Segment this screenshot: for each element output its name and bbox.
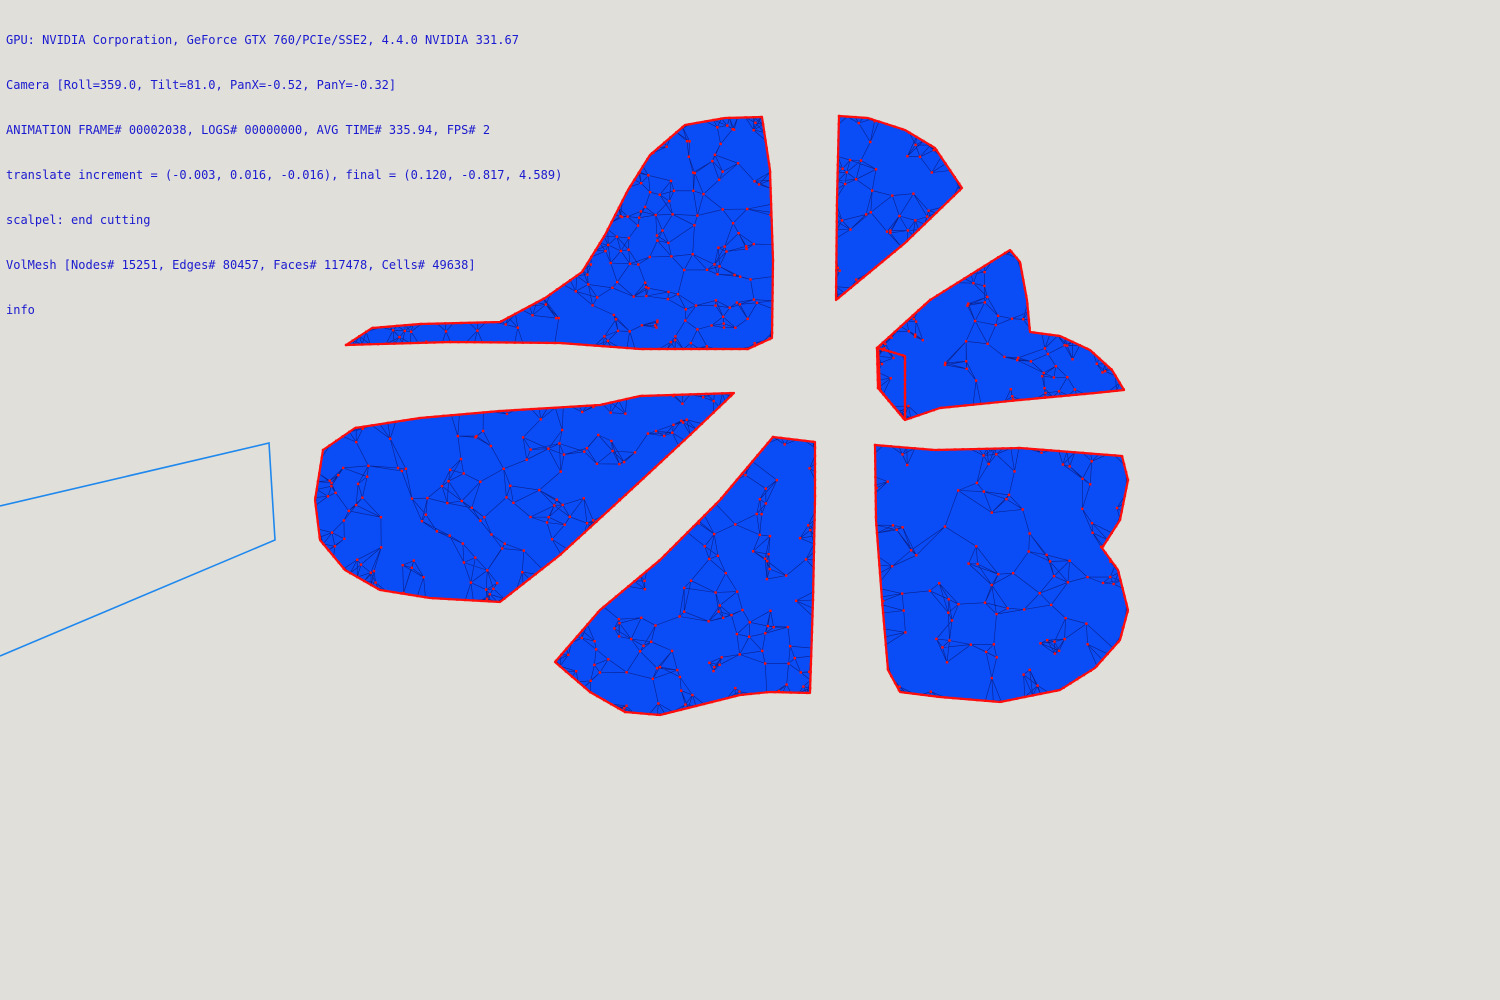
hud-scalpel-status: scalpel: end cutting [6,213,151,227]
hud-gpu-line: GPU: NVIDIA Corporation, GeForce GTX 760… [6,33,519,47]
hud-info-line: info [6,303,35,317]
hud-overlay: GPU: NVIDIA Corporation, GeForce GTX 760… [6,3,562,348]
scalpel-tool-outline[interactable] [0,442,276,657]
hud-animation-line: ANIMATION FRAME# 00002038, LOGS# 0000000… [6,123,491,137]
opengl-viewport[interactable]: GPU: NVIDIA Corporation, GeForce GTX 760… [0,0,1500,1000]
hud-volmesh-stats: VolMesh [Nodes# 15251, Edges# 80457, Fac… [6,258,476,272]
hud-camera-line: Camera [Roll=359.0, Tilt=81.0, PanX=-0.5… [6,78,397,92]
hud-translate-line: translate increment = (-0.003, 0.016, -0… [6,168,563,182]
